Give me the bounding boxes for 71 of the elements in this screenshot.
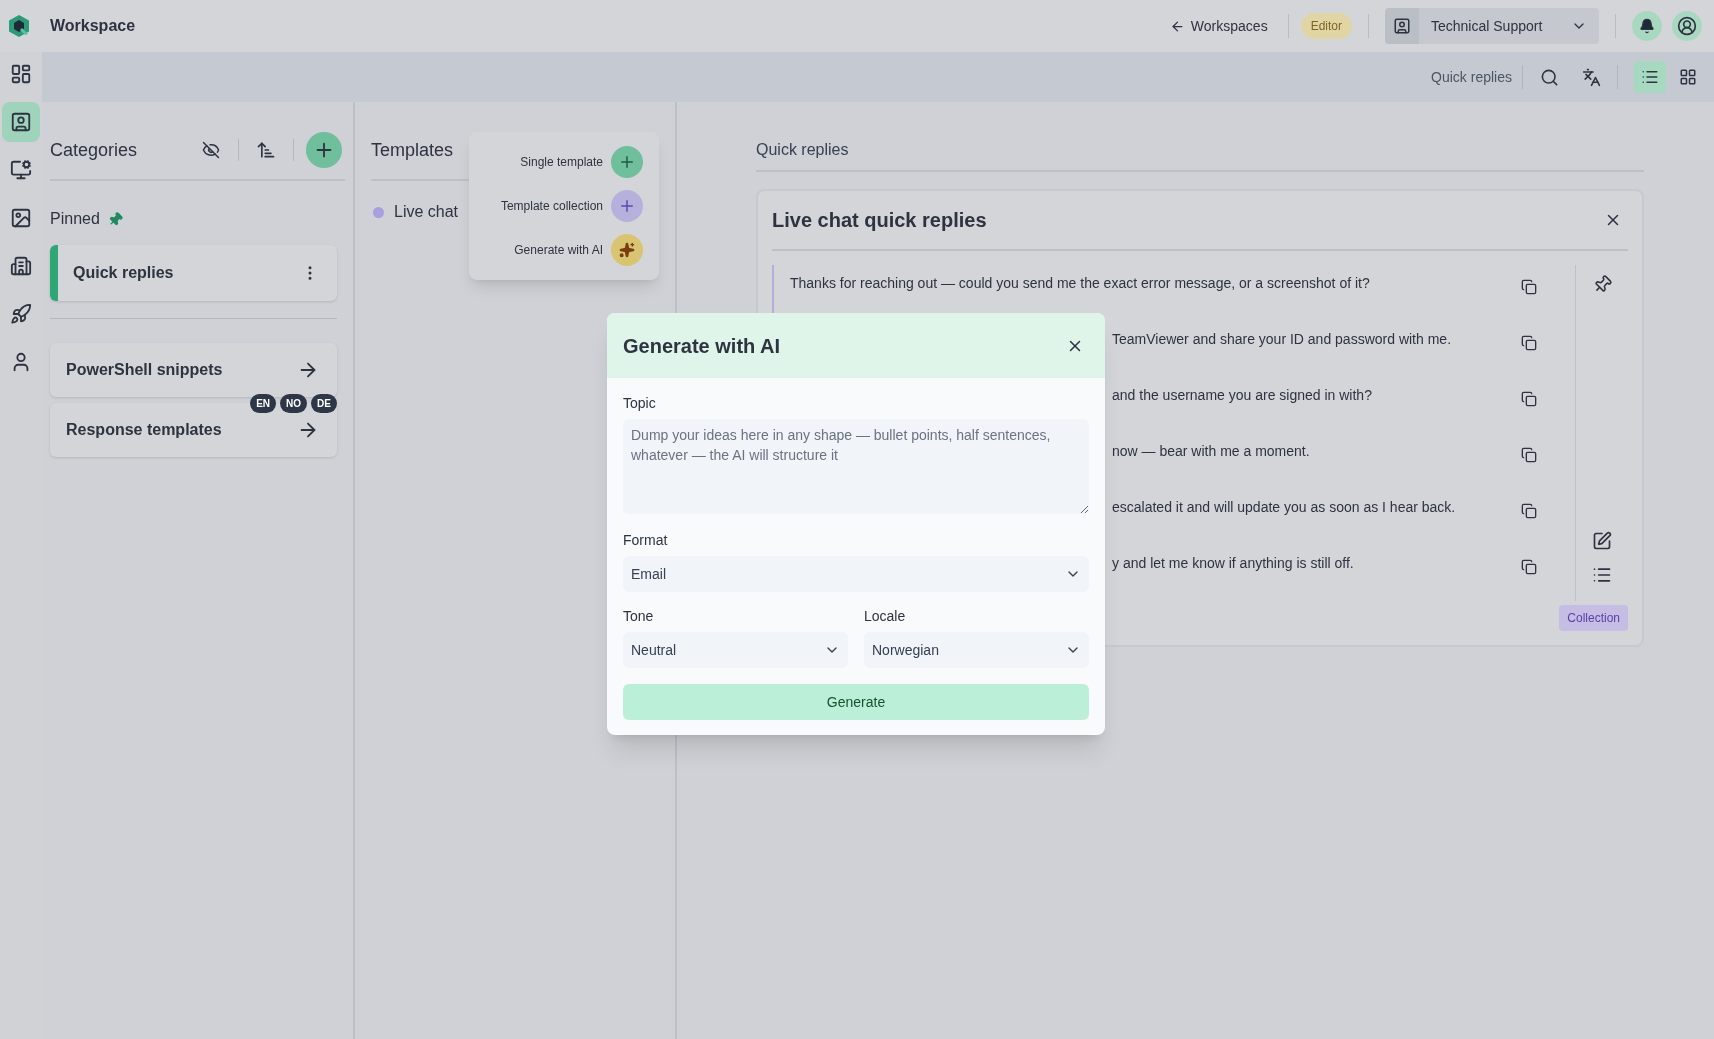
category-name: Quick replies <box>73 263 174 283</box>
workspace-select[interactable]: Technical Support <box>1385 8 1599 44</box>
menu-item-button[interactable] <box>611 234 643 266</box>
edit-icon[interactable] <box>1592 531 1612 551</box>
copy-icon[interactable] <box>1521 503 1537 519</box>
role-badge: Editor <box>1300 13 1352 39</box>
bell-icon <box>1639 18 1655 34</box>
nav-button[interactable] <box>2 102 40 142</box>
dialog-title: Generate with AI <box>623 333 781 359</box>
logo-icon <box>7 14 31 38</box>
workspaces-link[interactable]: Workspaces <box>1161 15 1276 37</box>
plus-icon <box>618 197 636 215</box>
view-toggle[interactable] <box>1634 61 1666 93</box>
category-name: PowerShell snippets <box>66 360 223 380</box>
generate-button[interactable]: Generate <box>623 684 1089 720</box>
copy-icon[interactable] <box>1521 391 1537 407</box>
reply-text: escalated it and will update you as soon as I hear back. <box>1112 498 1456 517</box>
list-icon[interactable] <box>1592 565 1612 585</box>
sparkles-icon <box>619 242 635 258</box>
menu-item-label[interactable]: Single template <box>520 153 603 171</box>
rocket-icon <box>10 303 32 325</box>
field-label: Tone <box>623 607 655 626</box>
reply-text: Thanks for reaching out — could you send me the exact error message, or a screenshot of it? <box>790 274 1370 293</box>
menu-item-label[interactable]: Template collection <box>500 197 603 215</box>
reply-text: y and let me know if anything is still off. <box>1112 554 1354 573</box>
field-label: Locale <box>864 607 907 626</box>
copy-icon[interactable] <box>1521 279 1537 295</box>
tone-select[interactable]: Neutral <box>623 632 848 668</box>
search-icon <box>1539 67 1559 87</box>
category-name: Response templates <box>66 420 222 440</box>
card-title: Live chat quick replies <box>772 208 987 233</box>
reply-text: TeamViewer and share your ID and password with me. <box>1112 330 1451 349</box>
copy-icon[interactable] <box>1521 559 1537 575</box>
image-icon <box>10 207 32 229</box>
app-title: Workspace <box>50 16 136 36</box>
locale-select[interactable]: Norwegian <box>864 632 1089 668</box>
notifications-button[interactable] <box>1632 11 1662 41</box>
account-button[interactable] <box>1672 11 1702 41</box>
template-item[interactable]: Live chat <box>394 200 459 224</box>
category-card[interactable]: Quick replies <box>50 245 337 301</box>
toolbar-label: Quick replies <box>1431 67 1512 87</box>
dashboard-icon <box>10 63 32 85</box>
list-view-icon <box>1641 68 1659 86</box>
user-icon <box>1677 16 1697 36</box>
field-label: Topic <box>623 394 657 413</box>
topic-field[interactable]: Dump your ideas here in any shape — bullet points, half sentences, whatever — the AI will structure it <box>623 419 1089 514</box>
collection-tag: Collection <box>1559 605 1628 631</box>
menu-item-label[interactable]: Generate with AI <box>514 241 603 259</box>
add-category-button[interactable] <box>306 132 342 168</box>
plus-icon <box>618 153 636 171</box>
menu-item-button[interactable] <box>611 146 643 178</box>
contact-icon <box>1393 17 1411 35</box>
copy-icon[interactable] <box>1521 447 1537 463</box>
contact-icon <box>10 111 32 133</box>
categories-title: Categories <box>50 138 138 162</box>
menu-item-button[interactable] <box>611 190 643 222</box>
pinned-label: Pinned <box>50 209 100 229</box>
building-icon <box>10 255 32 277</box>
category-card[interactable]: PowerShell snippets <box>50 343 337 397</box>
copy-icon[interactable] <box>1521 335 1537 351</box>
monitor-gear-icon <box>10 159 32 181</box>
reply-text: now — bear with me a moment. <box>1112 442 1310 461</box>
format-select[interactable]: Email <box>623 556 1089 592</box>
field-label: Format <box>623 531 669 550</box>
grid-view-icon <box>1679 68 1697 86</box>
translate-icon <box>1581 67 1601 87</box>
breadcrumb: Quick replies <box>756 140 850 160</box>
sort-icon <box>256 140 276 160</box>
eye-off-icon <box>202 141 220 159</box>
reply-text: and the username you are signed in with? <box>1112 386 1372 405</box>
templates-title: Templates <box>371 138 454 162</box>
